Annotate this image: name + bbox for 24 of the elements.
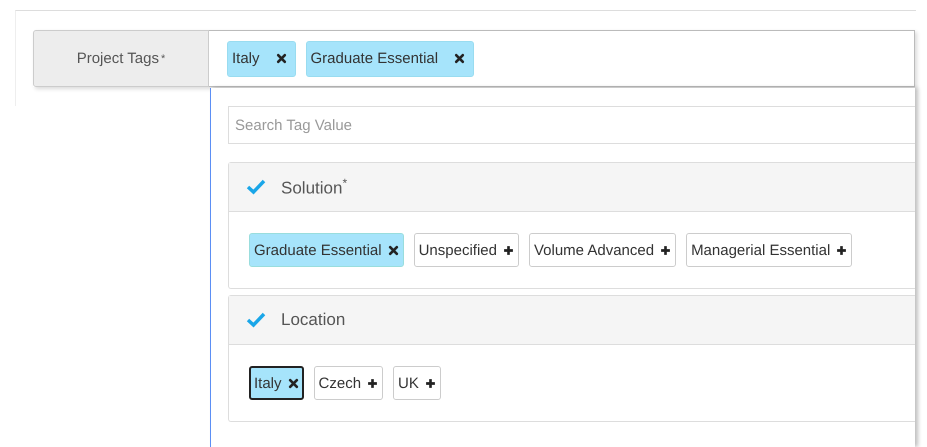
tag-chip[interactable]: Managerial Essential bbox=[686, 233, 852, 267]
search-field[interactable]: Search Tag Value bbox=[228, 106, 915, 144]
group-header[interactable]: Solution$^{*}$ bbox=[229, 163, 915, 212]
tags-field[interactable]: Italy Graduate Essential bbox=[209, 30, 915, 87]
remove-icon bbox=[288, 378, 299, 388]
add-icon bbox=[424, 378, 436, 388]
tag-chip[interactable]: Italy bbox=[249, 366, 304, 400]
tag-chip[interactable]: UK bbox=[393, 366, 441, 400]
tag-chip[interactable]: Unspecified bbox=[414, 233, 519, 267]
remove-icon bbox=[388, 244, 399, 256]
tag-chip[interactable]: Volume Advanced bbox=[528, 233, 676, 267]
group-title: Location bbox=[281, 310, 346, 330]
remove-icon bbox=[454, 53, 466, 64]
add-icon bbox=[836, 244, 848, 256]
group-title: Solution$^{*}$ bbox=[281, 176, 348, 198]
add-icon bbox=[367, 378, 378, 388]
tag-chip[interactable]: Graduate Essential bbox=[249, 233, 404, 267]
add-icon bbox=[502, 244, 514, 256]
tag-chip[interactable]: Czech bbox=[314, 366, 384, 400]
remove-icon bbox=[276, 53, 287, 64]
tag-chip[interactable]: Graduate Essential bbox=[306, 40, 474, 76]
add-icon bbox=[660, 244, 672, 256]
group-header[interactable]: Location bbox=[229, 296, 915, 345]
tag-chip[interactable]: Italy bbox=[227, 40, 296, 76]
